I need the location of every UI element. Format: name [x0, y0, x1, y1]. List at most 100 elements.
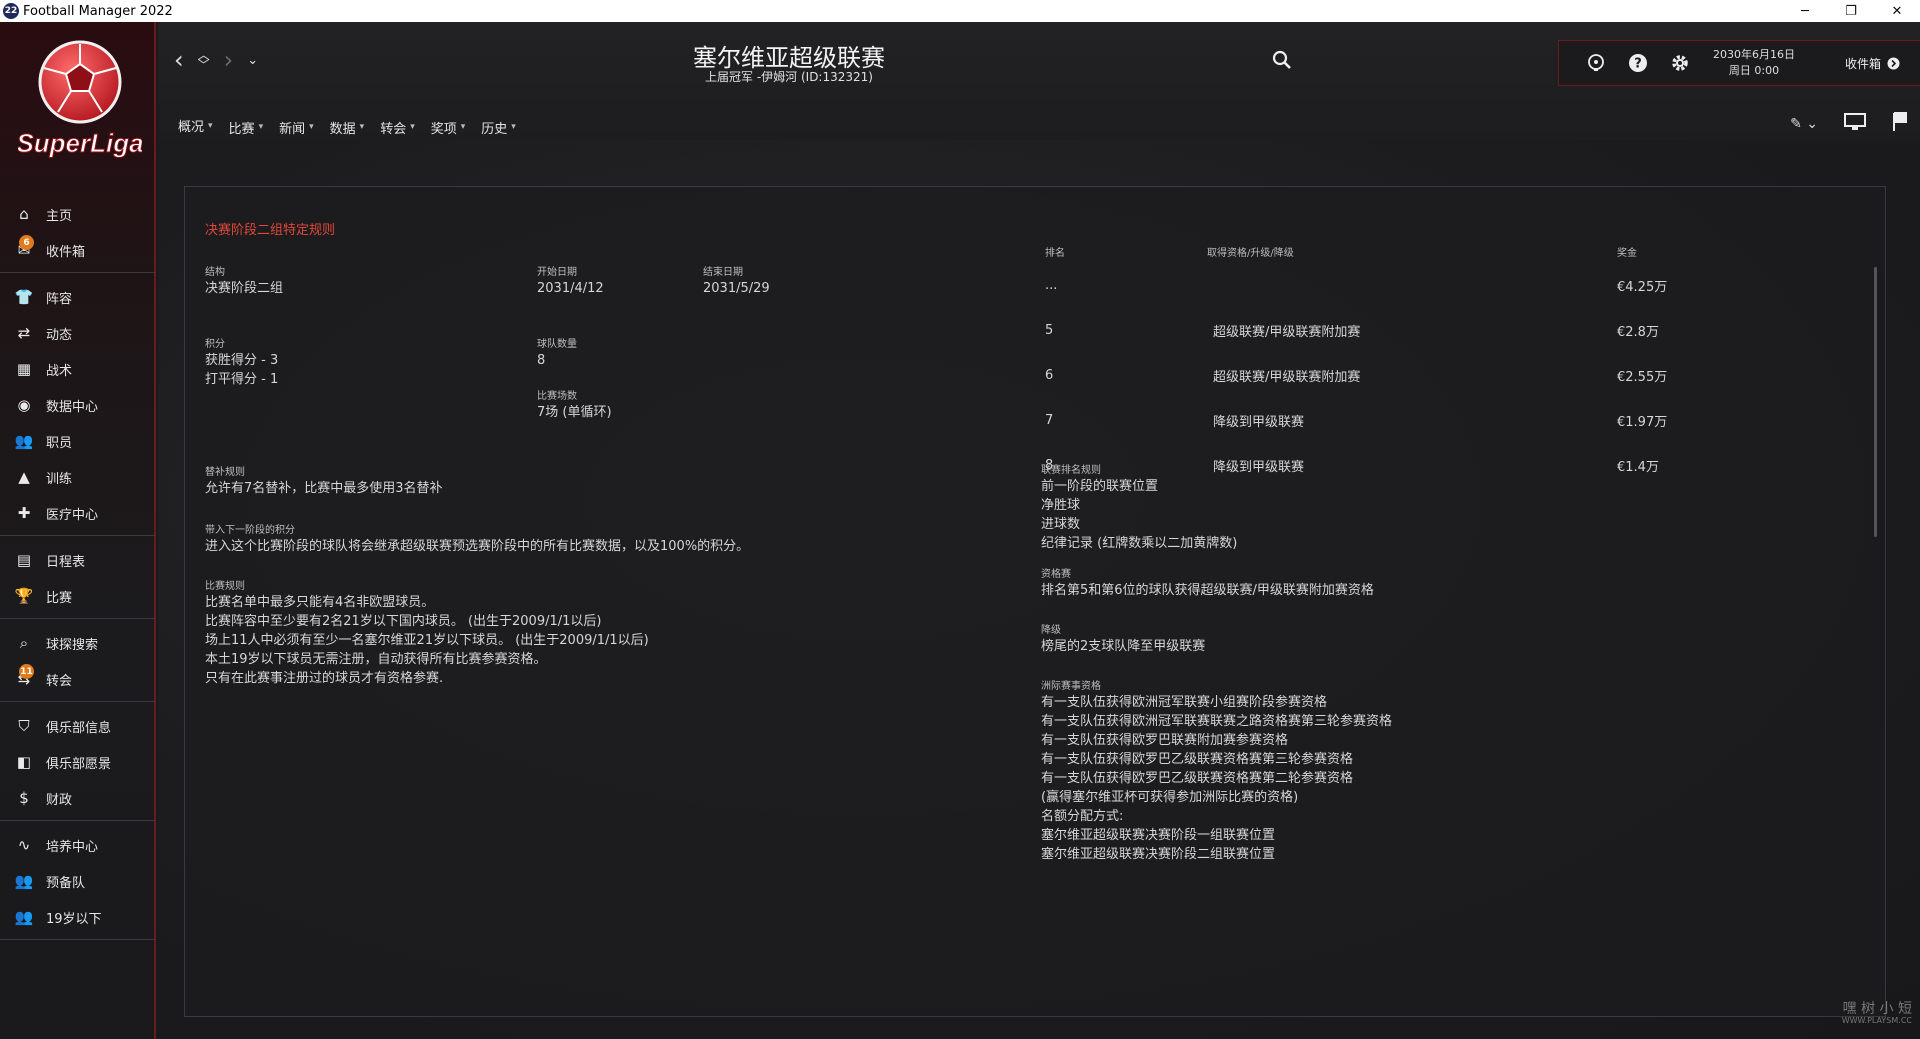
sidebar-item-label: 战术	[46, 363, 73, 379]
notification-badge: 6	[19, 235, 34, 250]
sidebar-item[interactable]: ⇄ 动态	[0, 315, 156, 351]
help-icon[interactable]: ?	[1627, 52, 1649, 74]
sidebar-item[interactable]: 👥 19岁以下	[0, 899, 156, 935]
sidebar-item[interactable]: ⛉ 俱乐部信息	[0, 708, 156, 744]
sidebar-item[interactable]: ◧ 俱乐部愿景	[0, 744, 156, 780]
rule-line: 纪律记录 (红牌数乘以二加黄牌数)	[1041, 536, 1238, 551]
rule-line: 有一支队伍获得欧洲冠军联赛小组赛阶段参赛资格	[1041, 695, 1328, 710]
sidebar-item-label: 职员	[46, 435, 73, 451]
panel-scrollbar[interactable]	[1874, 267, 1877, 537]
scout-search-icon: ⌕	[19, 634, 29, 652]
rule-line: 有一支队伍获得欧罗巴联赛附加赛参赛资格	[1041, 733, 1289, 748]
qualification-cell[interactable]: 超级联赛/甲级联赛附加赛	[1207, 308, 1617, 353]
sidebar-item[interactable]: ⌂ 主页	[0, 196, 156, 232]
rule-line: 进球数	[1041, 517, 1081, 532]
sidebar-item-label: 阵容	[46, 291, 73, 307]
window-title: Football Manager 2022	[23, 3, 173, 19]
sidebar-item[interactable]: ▤ 日程表	[0, 542, 156, 578]
chevron-down-icon: ▾	[258, 122, 264, 132]
club-info-icon: ⛉	[18, 717, 30, 735]
sidebar-item-label: 比赛	[46, 590, 73, 606]
sidebar-item[interactable]: ✉ 6 收件箱	[0, 232, 156, 268]
sidebar-group: ▤ 日程表 🏆 比赛	[0, 540, 156, 619]
fm-brain-icon[interactable]	[1585, 52, 1607, 74]
rank-cell: ...	[1045, 278, 1058, 293]
rank-header[interactable]: 排名	[1041, 239, 1207, 263]
rule-line: 有一支队伍获得欧罗巴乙级联赛资格赛第二轮参赛资格	[1041, 771, 1354, 786]
substitution-value: 允许有7名替补，比赛中最多使用3名替补	[205, 481, 443, 496]
qualification-cell[interactable]: 降级到甲级联赛	[1207, 398, 1617, 443]
end-date-label: 结束日期	[703, 267, 743, 278]
rule-line: 名额分配方式:	[1041, 809, 1124, 824]
prize-cell: €4.25万	[1617, 280, 1668, 295]
home-icon: ⌂	[19, 205, 29, 223]
match-count-value: 7场 (单循环)	[537, 405, 612, 420]
rank-cell: 7	[1045, 413, 1054, 428]
rule-line: 净胜球	[1041, 498, 1081, 513]
qualification-header[interactable]: 取得资格/升级/降级	[1207, 239, 1617, 263]
tab-label: 历史	[481, 121, 508, 137]
qualification-cell	[1207, 263, 1617, 308]
chevron-down-icon: ▾	[309, 122, 314, 132]
top-right-panel: ? 2030年6月16日 周日 0:00 收件箱	[1558, 40, 1920, 86]
sidebar-item[interactable]: ▦ 战术	[0, 351, 156, 387]
sidebar: SuperLiga ⌂ 主页 ✉ 6 收件箱 👕 阵容 ⇄ 动态 ▦ 战术 ◉ 数据中心 👥 职员 ▲ 训练 ✚ 医…	[0, 22, 156, 1039]
end-date-value: 2031/5/29	[703, 281, 770, 296]
relegation-value: 榜尾的2支球队降至甲级联赛	[1041, 639, 1206, 654]
prize-cell: €1.97万	[1617, 415, 1668, 430]
table-row: 5 超级联赛/甲级联赛附加赛 €2.8万	[1041, 308, 1717, 353]
rule-line: 只有在此赛事注册过的球员才有资格参赛.	[205, 671, 444, 686]
qualification-cell[interactable]: 降级到甲级联赛	[1207, 443, 1617, 488]
monitor-icon[interactable]	[1844, 113, 1866, 135]
sidebar-item-label: 训练	[46, 471, 73, 487]
structure-label: 结构	[205, 267, 225, 278]
sidebar-item[interactable]: $ 财政	[0, 780, 156, 816]
qualification-cell[interactable]: 超级联赛/甲级联赛附加赛	[1207, 353, 1617, 398]
club-vision-icon: ◧	[16, 753, 32, 771]
settings-gear-icon[interactable]	[1669, 52, 1691, 74]
close-button[interactable]: ✕	[1874, 0, 1920, 22]
tab-label: 新闻	[279, 121, 306, 137]
sidebar-item[interactable]: ◉ 数据中心	[0, 387, 156, 423]
sidebar-item[interactable]: 👥 职员	[0, 423, 156, 459]
search-icon[interactable]	[1272, 50, 1292, 74]
watermark: 嘿 树 小 短 WWW.PLAYSM.CC	[1841, 1001, 1912, 1025]
chevron-down-icon: ▾	[359, 122, 365, 132]
carry-over-label: 带入下一阶段的积分	[205, 525, 295, 536]
team-count-value: 8	[537, 353, 546, 368]
sidebar-item[interactable]: ▲ 训练	[0, 459, 156, 495]
flag-icon[interactable]	[1892, 112, 1908, 136]
edit-pencil-icon[interactable]: ✎ ⌄	[1790, 116, 1818, 132]
rule-line: 比赛阵容中至少要有2名21岁以下国内球员。 (出生于2009/1/1以后)	[205, 614, 602, 629]
continental-value: 有一支队伍获得欧洲冠军联赛小组赛阶段参赛资格 有一支队伍获得欧洲冠军联赛联赛之路资…	[1041, 693, 1392, 864]
minimize-button[interactable]: ─	[1782, 0, 1828, 22]
prize-header[interactable]: 奖金	[1617, 239, 1717, 263]
sidebar-item[interactable]: ✚ 医疗中心	[0, 495, 156, 531]
prize-table-header: 排名 取得资格/升级/降级 奖金	[1041, 239, 1717, 263]
sidebar-item[interactable]: ⇆ 11 转会	[0, 661, 156, 697]
match-count-label: 比赛场数	[537, 391, 577, 402]
team-count-label: 球队数量	[537, 339, 577, 350]
chevron-down-icon: ▾	[410, 122, 415, 132]
table-row: ... €4.25万	[1041, 263, 1717, 308]
sidebar-item[interactable]: 🏆 比赛	[0, 578, 156, 614]
carry-over-value: 进入这个比赛阶段的球队将会继承超级联赛预选赛阶段中的所有比赛数据，以及100%的…	[205, 539, 750, 554]
svg-text:SuperLiga: SuperLiga	[18, 128, 142, 158]
superliga-logo[interactable]: SuperLiga	[16, 34, 144, 164]
page-subtitle[interactable]: 上届冠军 -伊姆河 (ID:132321)	[158, 68, 1420, 85]
sidebar-group: ⛉ 俱乐部信息 ◧ 俱乐部愿景 $ 财政	[0, 706, 156, 821]
data-hub-icon: ◉	[17, 396, 31, 414]
sidebar-item[interactable]: 👕 阵容	[0, 279, 156, 315]
chevron-down-icon: ▾	[208, 120, 213, 131]
app-icon: 22	[3, 3, 19, 19]
sidebar-group: ⌕ 球探搜索 ⇆ 11 转会	[0, 623, 156, 702]
restore-button[interactable]: ❐	[1828, 0, 1874, 22]
continue-inbox-button[interactable]: 收件箱	[1845, 55, 1900, 72]
tab-label: 数据	[329, 121, 356, 137]
sidebar-item-label: 日程表	[46, 554, 86, 570]
svg-text:?: ?	[1634, 57, 1642, 72]
sidebar-item-label: 球探搜索	[46, 637, 99, 653]
sidebar-item[interactable]: ⌕ 球探搜索	[0, 625, 156, 661]
sidebar-item[interactable]: 👥 预备队	[0, 863, 156, 899]
sidebar-item[interactable]: ∿ 培养中心	[0, 827, 156, 863]
